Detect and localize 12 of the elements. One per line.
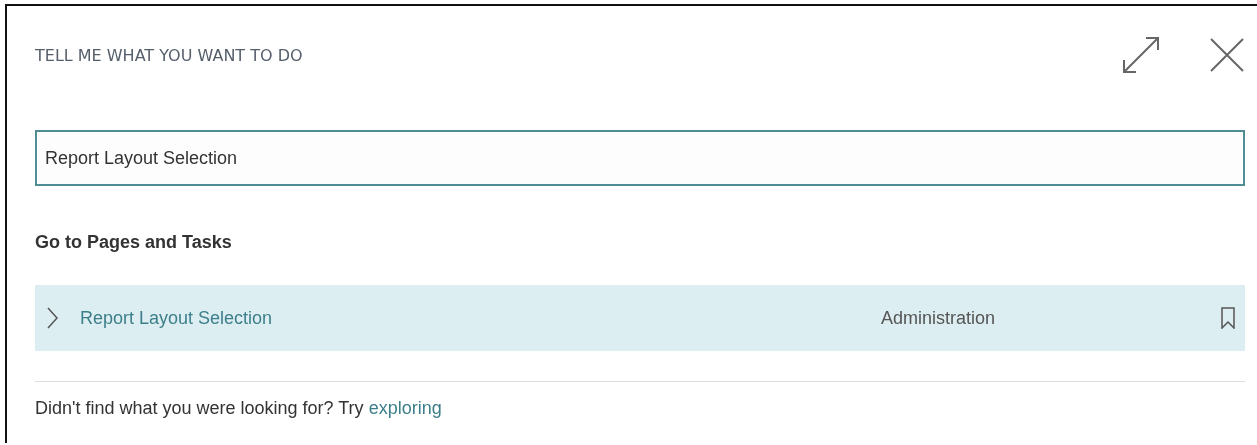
result-name: Report Layout Selection bbox=[80, 307, 274, 329]
close-icon[interactable] bbox=[1209, 37, 1245, 73]
result-category: Administration bbox=[881, 307, 997, 329]
chevron-icon bbox=[47, 307, 58, 329]
expand-icon[interactable] bbox=[1121, 35, 1161, 75]
result-row[interactable]: Report Layout Selection Administration bbox=[35, 285, 1245, 351]
dialog-title: TELL ME WHAT YOU WANT TO DO bbox=[35, 45, 304, 65]
exploring-link[interactable]: exploring bbox=[368, 398, 442, 418]
search-field[interactable]: Report Layout Selection bbox=[35, 130, 1245, 186]
section-heading: Go to Pages and Tasks bbox=[35, 232, 233, 254]
footer-text: Didn't find what you were looking for? Try exploring bbox=[35, 398, 443, 419]
bookmark-icon[interactable] bbox=[1221, 307, 1235, 329]
